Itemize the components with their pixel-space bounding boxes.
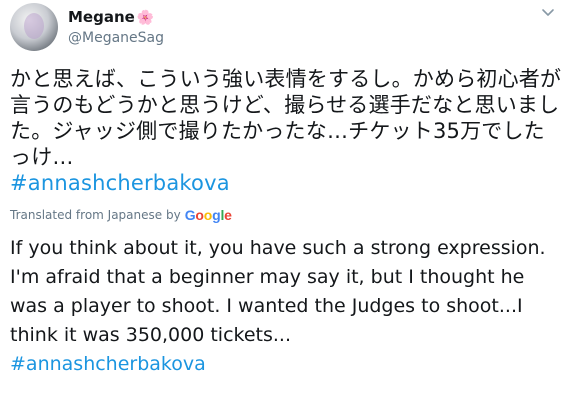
hashtag-link-ja[interactable]: #annashcherbakova <box>10 171 230 195</box>
translated-label: Translated from Japanese by <box>10 208 181 222</box>
translation-attribution: Translated from Japanese by Google <box>10 206 566 224</box>
google-logo[interactable]: Google <box>185 207 232 223</box>
avatar[interactable] <box>10 3 58 51</box>
tweet-text-en: If you think about it, you have such a s… <box>10 237 546 346</box>
chevron-down-icon[interactable] <box>540 4 556 20</box>
tweet-text-translated: If you think about it, you have such a s… <box>10 234 566 379</box>
tweet-text-ja: かと思えば、こういう強い表情をするし。かめら初心者が言うのもどうかと思うけど、撮… <box>10 67 562 169</box>
tweet-header: Megane 🌸 @MeganeSag <box>10 0 566 54</box>
display-name[interactable]: Megane <box>68 8 135 26</box>
display-name-row[interactable]: Megane 🌸 <box>68 7 164 28</box>
tweet-card: Megane 🌸 @MeganeSag かと思えば、こういう強い表情をするし。かめ… <box>0 0 576 402</box>
user-handle[interactable]: @MeganeSag <box>68 28 164 48</box>
author-names: Megane 🌸 @MeganeSag <box>68 7 164 48</box>
hashtag-link-en[interactable]: #annashcherbakova <box>10 353 206 375</box>
tweet-text-original: かと思えば、こういう強い表情をするし。かめら初心者が言うのもどうかと思うけど、撮… <box>10 66 566 196</box>
cherry-blossom-icon: 🌸 <box>136 9 155 26</box>
